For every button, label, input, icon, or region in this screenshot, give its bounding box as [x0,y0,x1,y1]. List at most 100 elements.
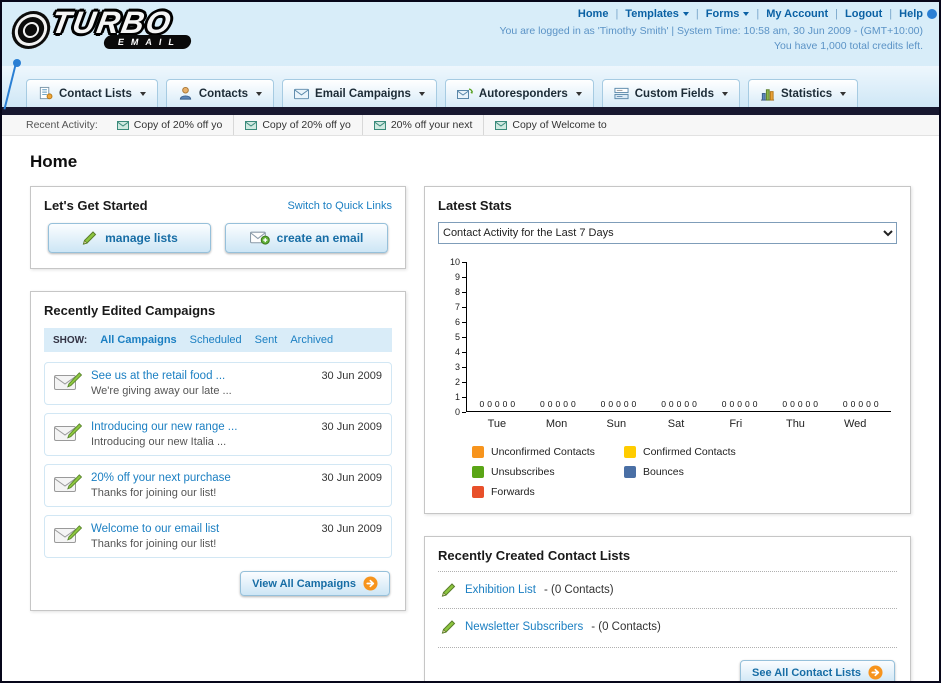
top-link-my-account[interactable]: My Account [766,8,828,20]
campaign-item[interactable]: Welcome to our email list Thanks for joi… [44,515,392,558]
app-logo[interactable]: TURBO EMAIL [9,5,193,49]
chart-value-label: 0 [494,399,500,409]
campaign-title-link[interactable]: Introducing our new range ... [91,421,312,433]
switch-quick-links-link[interactable]: Switch to Quick Links [287,200,392,212]
campaigns-filter-bar: SHOW: All Campaigns Scheduled Sent Archi… [44,328,392,352]
top-link-help[interactable]: Help [899,8,923,20]
chevron-down-icon [418,91,425,96]
recent-activity-item[interactable]: 20% off your next [361,115,484,135]
campaign-date: 30 Jun 2009 [321,370,382,382]
x-axis-label: Sat [667,418,685,430]
legend-swatch [472,466,484,478]
campaign-item[interactable]: Introducing our new range ... Introducin… [44,413,392,456]
chart-value-group: 00000 [649,399,710,411]
chart-value-label: 0 [623,399,629,409]
top-link-templates[interactable]: Templates [625,8,679,20]
chart-value-group: 00000 [830,399,891,411]
view-all-campaigns-button[interactable]: View All Campaigns [240,571,390,596]
filter-scheduled[interactable]: Scheduled [190,334,242,346]
chart-value-group: 00000 [528,399,589,411]
campaigns-title: Recently Edited Campaigns [44,303,216,318]
filter-sent[interactable]: Sent [255,334,278,346]
contact-list-link[interactable]: Exhibition List [465,584,536,596]
logo-title: TURBO [48,5,176,40]
campaign-envelope-pencil-icon [54,525,82,543]
chart-value-label: 0 [540,399,545,409]
manage-lists-label: manage lists [105,231,178,245]
contact-lists-title: Recently Created Contact Lists [438,548,631,563]
logo-subtitle: EMAIL [102,35,193,49]
chart-value-label: 0 [797,399,803,409]
get-started-panel: Let's Get Started Switch to Quick Links … [30,186,406,269]
top-nav: Home Templates Forms My Account Logout H… [499,8,923,20]
recent-activity-item[interactable]: Copy of Welcome to [483,115,617,135]
campaign-subtitle: Introducing our new Italia ... [91,436,227,448]
credits-info: You have 1,000 total credits left. [773,40,923,52]
campaign-item[interactable]: See us at the retail food ... We're givi… [44,362,392,405]
chart-value-group: 00000 [709,399,770,411]
campaign-item[interactable]: 20% off your next purchase Thanks for jo… [44,464,392,507]
tab-label: Autoresponders [478,87,568,100]
recent-activity-item[interactable]: Copy of 20% off yo [106,115,234,135]
x-axis-label: Tue [487,418,507,430]
campaign-subtitle: Thanks for joining our list! [91,487,217,499]
legend-label: Unsubscribes [491,466,555,478]
top-link-home[interactable]: Home [578,8,609,20]
tab-contact-lists[interactable]: Contact Lists [26,79,158,107]
tab-statistics[interactable]: Statistics [747,79,859,107]
chart-value-label: 0 [858,399,864,409]
tab-autoresponders[interactable]: Autoresponders [444,79,594,107]
chart-value-group: 00000 [467,399,528,411]
tab-email-campaigns[interactable]: Email Campaigns [282,79,437,107]
campaign-title-link[interactable]: 20% off your next purchase [91,472,312,484]
contact-list-link[interactable]: Newsletter Subscribers [465,621,583,633]
chart-y-axis: 10 9 8 7 6 5 4 3 2 1 0 [440,257,466,417]
top-link-logout[interactable]: Logout [845,8,882,20]
envelope-icon [116,120,129,130]
recent-activity-item-label: Copy of 20% off yo [133,119,223,131]
chart-value-label: 0 [744,399,750,409]
x-axis-label: Thu [785,418,805,430]
campaign-title-link[interactable]: Welcome to our email list [91,523,312,535]
nav-tabs: Contact Lists Contacts Email Campaigns A… [26,75,939,107]
login-info: You are logged in as 'Timothy Smith' | S… [499,25,923,37]
recent-activity-item[interactable]: Copy of 20% off yo [233,115,362,135]
custom-fields-icon [614,87,629,100]
chart-value-label: 0 [729,399,735,409]
contact-list-item[interactable]: Exhibition List - (0 Contacts) [438,571,897,608]
contact-list-item[interactable]: Newsletter Subscribers - (0 Contacts) [438,608,897,645]
chart-value-label: 0 [684,399,690,409]
filter-archived[interactable]: Archived [290,334,333,346]
legend-item: Bounces [624,466,776,478]
recent-activity-label: Recent Activity: [26,119,98,131]
app-window: TURBO EMAIL Home Templates Forms My Acco… [0,0,941,683]
campaign-envelope-pencil-icon [54,372,82,390]
campaign-title-link[interactable]: See us at the retail food ... [91,370,312,382]
chart-value-label: 0 [479,399,485,409]
tab-custom-fields[interactable]: Custom Fields [601,79,740,107]
contact-lists-panel: Recently Created Contact Lists Exhibitio… [424,536,911,681]
chart-value-label: 0 [721,399,727,409]
chart-value-label: 0 [487,399,492,409]
create-email-button[interactable]: create an email [225,223,388,253]
legend-item: Unconfirmed Contacts [472,446,624,458]
manage-lists-button[interactable]: manage lists [48,223,211,253]
top-link-forms[interactable]: Forms [706,8,740,20]
chart-value-label: 0 [547,399,553,409]
filter-all-campaigns[interactable]: All Campaigns [100,334,176,346]
chart-value-label: 0 [813,399,819,409]
chart-value-label: 0 [661,399,666,409]
autoresponders-icon [456,87,473,99]
envelope-icon [245,120,258,130]
see-all-contact-lists-button[interactable]: See All Contact Lists [739,660,895,681]
decor-dot-icon [927,9,937,19]
campaign-envelope-pencil-icon [54,423,82,441]
contact-list-detail: - (0 Contacts) [591,621,661,633]
chart-value-label: 0 [616,399,621,409]
chart-x-labels: Tue Mon Sun Sat Fri Thu Wed [467,412,885,430]
tab-contacts[interactable]: Contacts [165,79,275,107]
legend-item: Unsubscribes [472,466,624,478]
stats-period-select[interactable]: Contact Activity for the Last 7 Days [438,222,897,244]
legend-label: Forwards [491,486,535,498]
recent-activity-item-label: 20% off your next [390,119,473,131]
